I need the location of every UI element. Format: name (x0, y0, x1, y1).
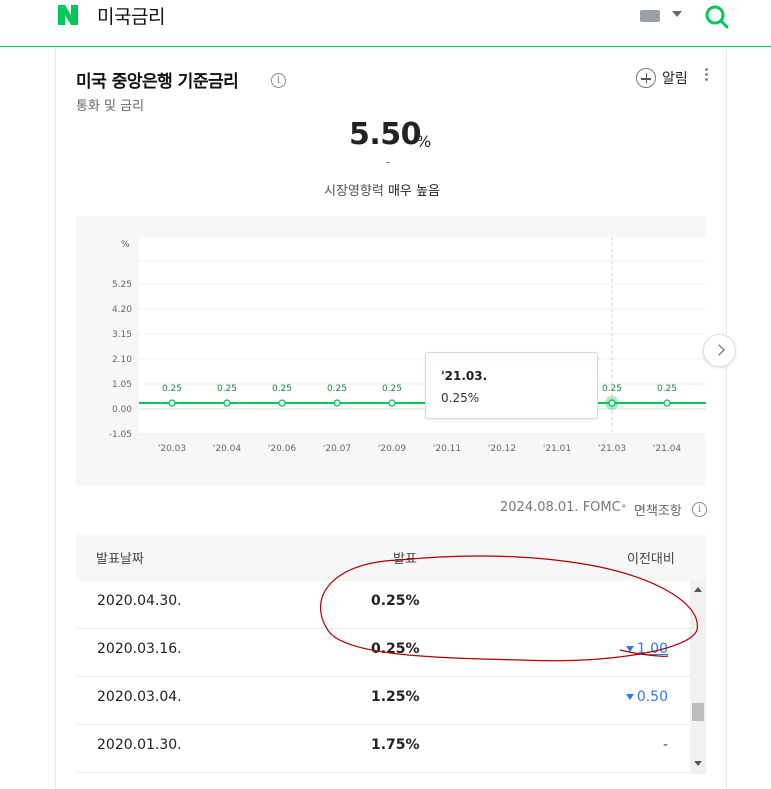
down-arrow-icon (625, 694, 634, 700)
disclaimer-info-icon[interactable]: i (692, 502, 707, 517)
scroll-down-icon[interactable] (694, 761, 702, 766)
header-date: 발표날짜 (96, 552, 144, 567)
chart-next-button[interactable] (703, 334, 736, 367)
row-diff-value: 1.00 (636, 641, 668, 657)
table-scrollbar[interactable] (690, 581, 706, 774)
scroll-thumb[interactable] (692, 703, 704, 721)
chart-tooltip: '21.03. 0.25% (425, 352, 598, 419)
naver-logo-icon[interactable] (57, 4, 79, 26)
market-impact: 시장영향력 매우 높음 (324, 180, 440, 199)
tooltip-date: '21.03. (441, 369, 488, 383)
tooltip-value: 0.25% (441, 391, 480, 405)
table-header: 발표날짜 발표 이전대비 (76, 534, 706, 581)
table-row: 2020.04.30. 0.25% (76, 581, 690, 629)
down-arrow-icon (625, 646, 634, 652)
card-subtitle: 통화 및 금리 (76, 99, 145, 114)
card-title: 미국 중앙은행 기준금리 (76, 72, 239, 92)
chevron-down-icon[interactable] (672, 11, 682, 17)
rate-unit: % (416, 132, 432, 151)
row-value: 1.75% (371, 737, 420, 753)
row-value: 1.25% (371, 689, 420, 705)
search-icon[interactable] (704, 4, 730, 30)
rate-history-table: 발표날짜 발표 이전대비 2020.04.30. 0.25% 2020.03.1… (76, 534, 706, 774)
info-icon[interactable]: i (271, 73, 286, 88)
row-date: 2020.01.30. (97, 737, 182, 753)
row-diff: 0.50 (625, 689, 668, 705)
chart-plot[interactable] (139, 237, 706, 434)
row-diff: 1.00 (625, 641, 668, 657)
data-source: 2024.08.01. FOMC (500, 500, 621, 515)
row-date: 2020.04.30. (97, 593, 182, 609)
alarm-label: 알림 (662, 71, 688, 87)
search-header: 미국금리 (0, 0, 771, 47)
table-row: 2020.03.04. 1.25% 0.50 (76, 677, 690, 725)
scroll-up-icon[interactable] (694, 587, 702, 592)
plus-icon (636, 68, 656, 88)
row-date: 2020.03.04. (97, 689, 182, 705)
impact-level: 매우 높음 (387, 184, 440, 199)
keyboard-icon[interactable] (640, 10, 660, 22)
more-options-icon[interactable] (705, 68, 709, 84)
alarm-button[interactable]: 알림 (636, 67, 688, 89)
impact-prefix: 시장영향력 (324, 184, 384, 199)
table-row: 2020.01.30. 1.75% - (76, 725, 690, 773)
row-diff-value: 0.50 (636, 689, 668, 705)
rate-change: - (386, 155, 391, 169)
row-date: 2020.03.16. (97, 641, 182, 657)
rate-value: 5.50 (349, 117, 422, 152)
header-value: 발표 (393, 552, 417, 567)
disclaimer-link[interactable]: 면책조항 (634, 500, 682, 519)
search-query[interactable]: 미국금리 (97, 2, 165, 29)
header-diff: 이전대비 (627, 552, 675, 567)
row-value: 0.25% (371, 641, 420, 657)
row-value: 0.25% (371, 593, 420, 609)
row-diff: - (662, 737, 668, 753)
table-row: 2020.03.16. 0.25% 1.00 (76, 629, 690, 677)
separator-dot: • (620, 500, 628, 515)
